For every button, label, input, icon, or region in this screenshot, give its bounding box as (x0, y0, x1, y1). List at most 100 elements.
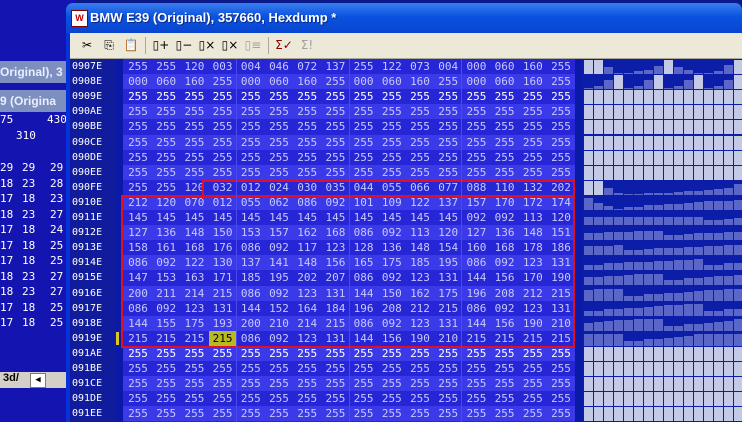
hex-cell[interactable]: 255 (321, 376, 349, 391)
hex-cell[interactable]: 255 (180, 135, 208, 150)
hex-cell[interactable]: 255 (434, 135, 462, 150)
hex-cell[interactable]: 255 (406, 89, 434, 104)
hex-cell[interactable]: 255 (378, 376, 406, 391)
hex-cell[interactable]: 255 (124, 361, 152, 376)
hex-cell[interactable]: 255 (350, 361, 378, 376)
hex-cell[interactable]: 255 (293, 89, 321, 104)
hex-cell[interactable]: 255 (237, 135, 265, 150)
hex-cell[interactable]: 255 (406, 361, 434, 376)
hex-cell[interactable]: 255 (350, 376, 378, 391)
hex-cell[interactable]: 255 (293, 346, 321, 361)
hex-cell[interactable]: 255 (265, 361, 293, 376)
hex-cell[interactable]: 255 (434, 150, 462, 165)
hex-cell[interactable]: 000 (237, 74, 265, 89)
hex-cell[interactable]: 255 (265, 119, 293, 134)
hex-cell[interactable]: 160 (406, 74, 434, 89)
hex-cell[interactable]: 255 (180, 376, 208, 391)
hex-cell[interactable]: 255 (350, 104, 378, 119)
hex-cell[interactable]: 160 (519, 74, 547, 89)
hex-cell[interactable]: 072 (293, 59, 321, 74)
hex-cell[interactable]: 255 (547, 346, 575, 361)
hex-cell[interactable]: 255 (152, 59, 180, 74)
hex-cell[interactable]: 255 (152, 119, 180, 134)
hex-cell[interactable]: 255 (378, 346, 406, 361)
hex-cell[interactable]: 255 (237, 376, 265, 391)
hex-cell[interactable]: 255 (237, 165, 265, 180)
hex-cell[interactable]: 255 (406, 391, 434, 406)
hex-cell[interactable]: 255 (293, 135, 321, 150)
hex-cell[interactable]: 255 (293, 104, 321, 119)
hex-cell[interactable]: 255 (209, 89, 237, 104)
hex-cell[interactable]: 255 (350, 119, 378, 134)
hex-cell[interactable]: 255 (519, 376, 547, 391)
hex-cell[interactable]: 004 (237, 59, 265, 74)
hex-cell[interactable]: 255 (265, 406, 293, 421)
hex-cell[interactable]: 255 (321, 391, 349, 406)
hex-cell[interactable]: 255 (209, 346, 237, 361)
hex-cell[interactable]: 255 (519, 119, 547, 134)
hex-cell[interactable]: 255 (321, 361, 349, 376)
hex-cell[interactable]: 255 (462, 346, 490, 361)
hex-cell[interactable]: 255 (491, 104, 519, 119)
hex-cell[interactable]: 000 (462, 59, 490, 74)
hex-cell[interactable]: 137 (321, 59, 349, 74)
hex-cell[interactable]: 160 (293, 74, 321, 89)
hex-cell[interactable]: 255 (406, 346, 434, 361)
hex-cell[interactable]: 255 (378, 135, 406, 150)
hex-cell[interactable]: 255 (462, 104, 490, 119)
hex-cell[interactable]: 255 (547, 135, 575, 150)
hex-cell[interactable]: 255 (462, 119, 490, 134)
hex-cell[interactable]: 255 (519, 346, 547, 361)
hexdump-view[interactable]: 0907E 0908E 0909E 090AE 090BE 090CE 090DE 090EE… (70, 59, 742, 422)
hex-cell[interactable]: 255 (519, 165, 547, 180)
hex-cell[interactable]: 255 (547, 59, 575, 74)
hex-cell[interactable]: 255 (237, 406, 265, 421)
hex-cell[interactable]: 255 (547, 391, 575, 406)
hex-cell[interactable]: 255 (180, 89, 208, 104)
hex-cell[interactable]: 255 (519, 150, 547, 165)
hex-cell[interactable]: 255 (293, 361, 321, 376)
hex-cell[interactable]: 255 (519, 391, 547, 406)
hex-cell[interactable]: 255 (406, 406, 434, 421)
hex-cell[interactable]: 255 (406, 104, 434, 119)
hex-cell[interactable]: 255 (378, 119, 406, 134)
hex-cell[interactable]: 255 (124, 165, 152, 180)
hex-cell[interactable]: 255 (321, 119, 349, 134)
hex-cell[interactable]: 255 (237, 119, 265, 134)
hex-cell[interactable]: 255 (547, 89, 575, 104)
hex-cell[interactable]: 255 (519, 361, 547, 376)
hex-cell[interactable]: 255 (350, 135, 378, 150)
hex-cell[interactable]: 255 (265, 89, 293, 104)
hex-cell[interactable]: 255 (124, 104, 152, 119)
hex-cell[interactable]: 255 (209, 406, 237, 421)
scroll-left-icon[interactable]: ◀ (30, 373, 46, 388)
hex-cell[interactable]: 255 (293, 376, 321, 391)
hex-cell[interactable]: 255 (462, 150, 490, 165)
insert-block-icon[interactable]: ▯+ (150, 36, 172, 55)
hex-cell[interactable]: 255 (321, 104, 349, 119)
hex-cell[interactable]: 255 (152, 135, 180, 150)
hex-cell[interactable]: 255 (237, 150, 265, 165)
copy-icon[interactable]: ⎘ (98, 36, 120, 55)
hex-cell[interactable]: 255 (180, 361, 208, 376)
hex-cell[interactable]: 255 (293, 165, 321, 180)
hex-cell[interactable]: 255 (350, 346, 378, 361)
hex-cell[interactable]: 255 (350, 59, 378, 74)
hex-cell[interactable]: 255 (378, 104, 406, 119)
hex-cell[interactable]: 255 (152, 391, 180, 406)
hex-cell[interactable]: 255 (237, 104, 265, 119)
hex-cell[interactable]: 255 (434, 165, 462, 180)
hex-cell[interactable]: 255 (462, 135, 490, 150)
hex-cell[interactable]: 255 (180, 104, 208, 119)
hex-cell[interactable]: 255 (293, 391, 321, 406)
title-bar[interactable]: W BMW E39 (Original), 357660, Hexdump * (66, 3, 742, 33)
hex-cell[interactable]: 255 (124, 406, 152, 421)
table-block-icon[interactable]: ▯≡ (242, 36, 264, 55)
background-scroll-area[interactable]: 3d/ ◀ (0, 372, 70, 388)
hex-cell[interactable]: 255 (152, 104, 180, 119)
hex-cell[interactable]: 255 (152, 150, 180, 165)
hex-cell[interactable]: 255 (462, 376, 490, 391)
hex-cell[interactable]: 255 (406, 119, 434, 134)
hex-cell[interactable]: 255 (209, 135, 237, 150)
hex-cell[interactable]: 255 (547, 119, 575, 134)
